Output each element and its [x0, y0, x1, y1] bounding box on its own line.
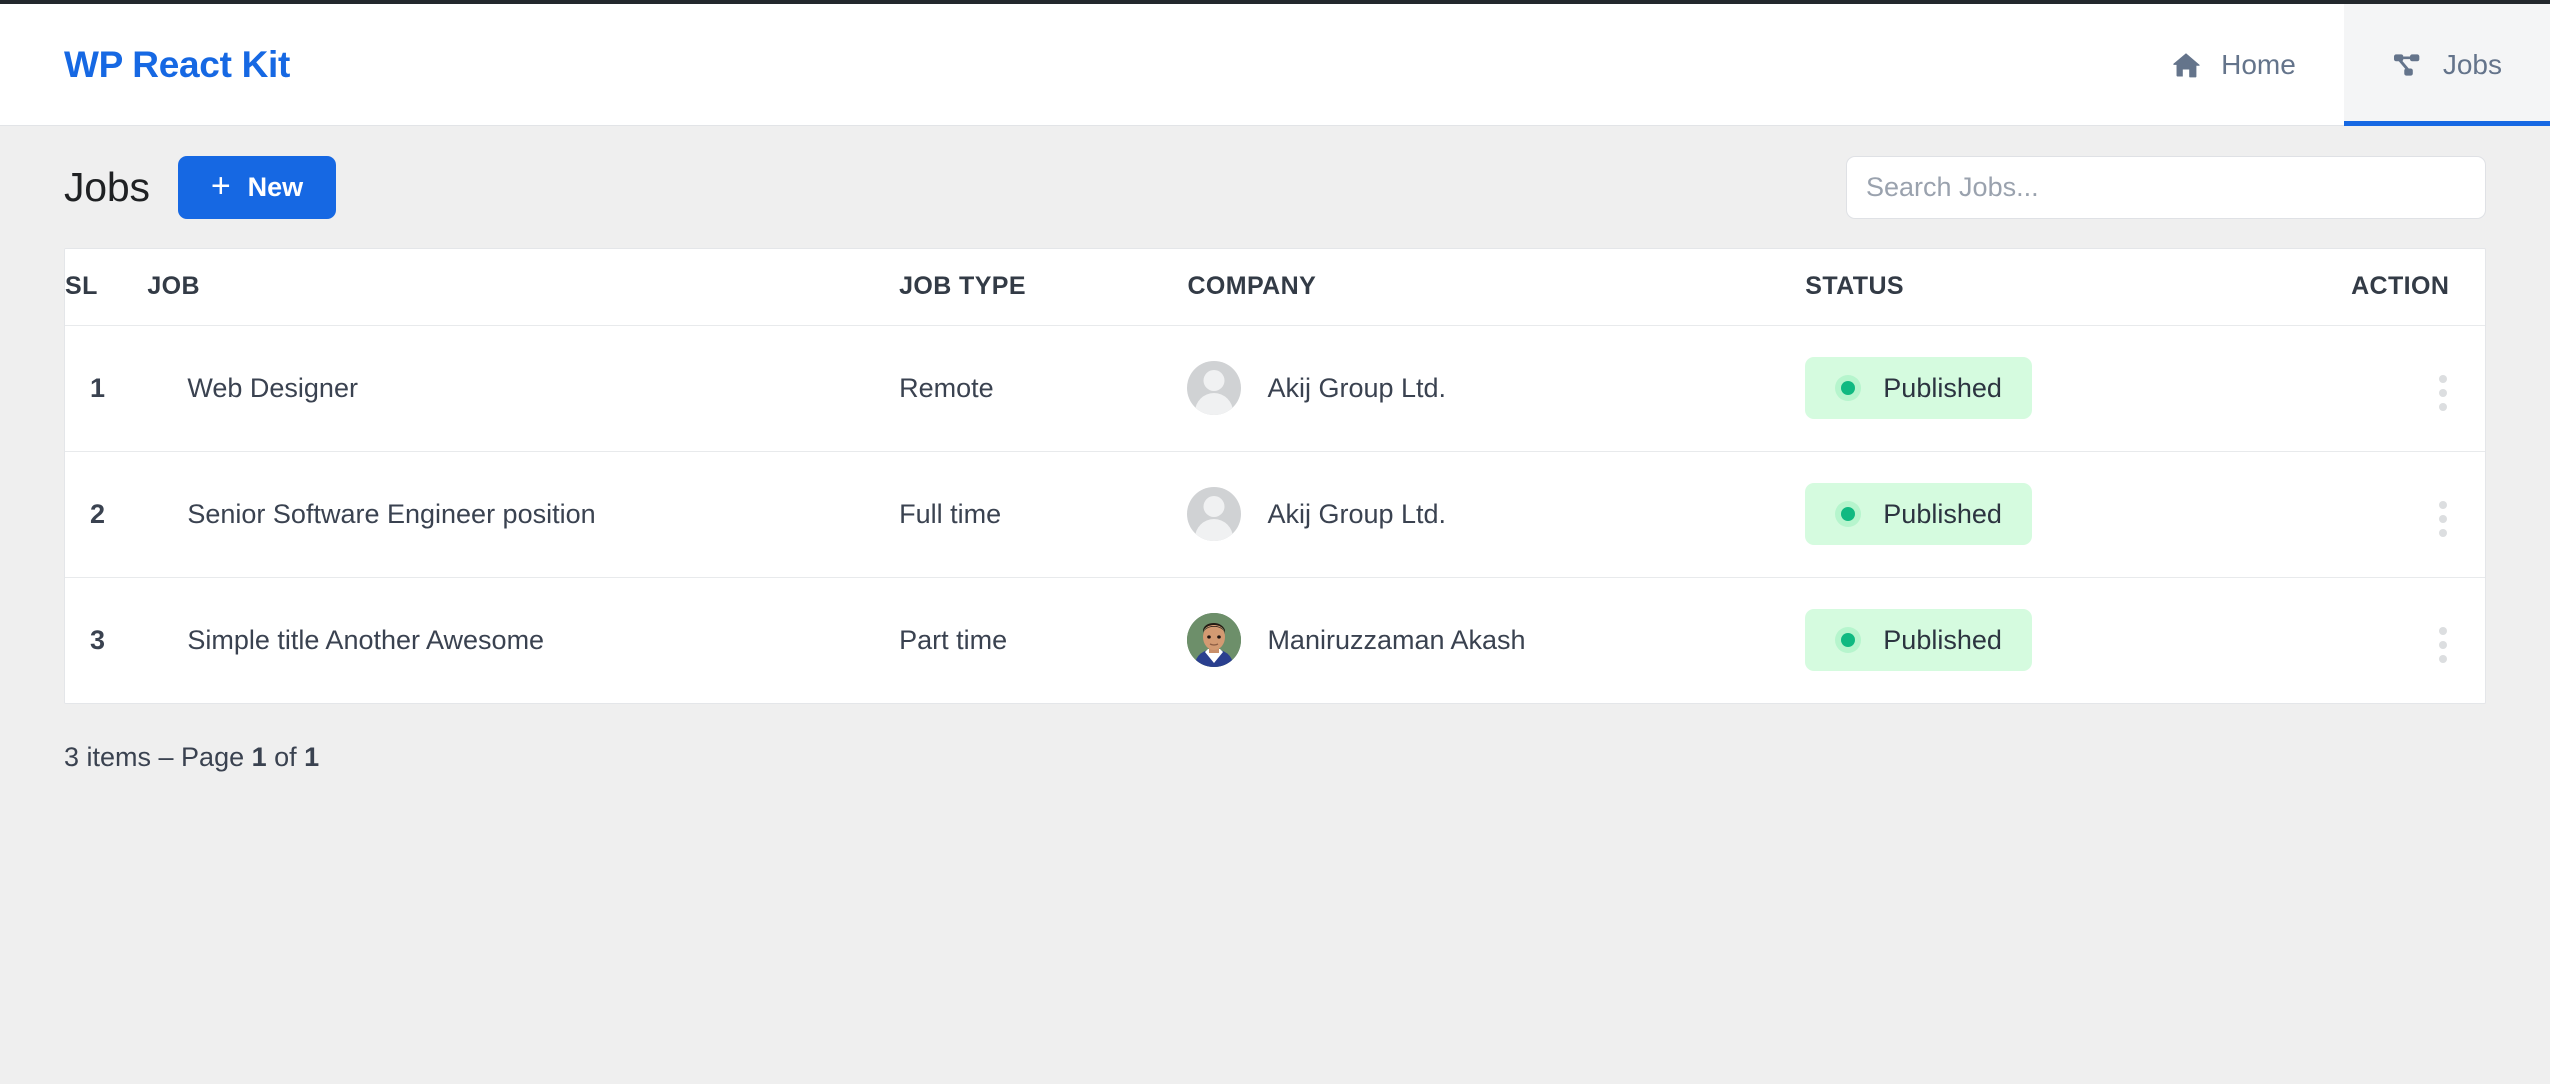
- jobs-table: SL JOB JOB TYPE COMPANY STATUS ACTION 1 …: [65, 249, 2485, 703]
- search-wrapper: [1846, 156, 2486, 219]
- cell-status: Published: [1805, 325, 2351, 451]
- pagination-of-text: of: [267, 742, 305, 772]
- cell-sl: 2: [65, 451, 147, 577]
- brand[interactable]: WP React Kit: [0, 4, 290, 125]
- company-name: Akij Group Ltd.: [1267, 375, 1446, 402]
- status-badge-label: Published: [1883, 373, 2002, 404]
- nav-item-home-label: Home: [2221, 51, 2296, 79]
- column-header-job: JOB: [147, 249, 899, 325]
- row-actions-menu-icon[interactable]: [2429, 621, 2457, 669]
- jobs-table-card: SL JOB JOB TYPE COMPANY STATUS ACTION 1 …: [64, 248, 2486, 704]
- page-content: Jobs + New SL JOB JOB TYPE COMPANY STATU…: [0, 126, 2550, 773]
- cell-status: Published: [1805, 451, 2351, 577]
- column-header-sl: SL: [65, 249, 147, 325]
- column-header-status: STATUS: [1805, 249, 2351, 325]
- cell-job-type: Full time: [899, 451, 1187, 577]
- cell-job-title: Web Designer: [147, 325, 899, 451]
- cell-sl: 3: [65, 577, 147, 703]
- status-badge: Published: [1805, 357, 2032, 419]
- company-name: Akij Group Ltd.: [1267, 501, 1446, 528]
- cell-company: Akij Group Ltd.: [1187, 325, 1805, 451]
- pagination-summary: 3 items – Page 1 of 1: [64, 704, 2486, 773]
- cell-sl: 1: [65, 325, 147, 451]
- status-dot-icon: [1835, 627, 1861, 653]
- column-header-company: COMPANY: [1187, 249, 1805, 325]
- cell-company: Akij Group Ltd.: [1187, 451, 1805, 577]
- toolbar-left-group: Jobs + New: [64, 156, 336, 219]
- sitemap-icon: [2392, 49, 2424, 81]
- page-toolbar: Jobs + New: [64, 126, 2486, 248]
- column-header-action: ACTION: [2351, 249, 2485, 325]
- status-dot-icon: [1835, 501, 1861, 527]
- table-row[interactable]: 1 Web Designer Remote Akij Group Ltd. Pu…: [65, 325, 2485, 451]
- row-actions-menu-icon[interactable]: [2429, 369, 2457, 417]
- status-dot-icon: [1835, 375, 1861, 401]
- table-header-row: SL JOB JOB TYPE COMPANY STATUS ACTION: [65, 249, 2485, 325]
- nav-item-jobs[interactable]: Jobs: [2344, 4, 2550, 125]
- new-job-button[interactable]: + New: [178, 156, 336, 219]
- status-badge-label: Published: [1883, 625, 2002, 656]
- app-header: WP React Kit Home Jobs: [0, 4, 2550, 126]
- plus-icon: +: [211, 169, 231, 203]
- main-nav: Home Jobs: [2122, 4, 2550, 125]
- avatar: [1187, 613, 1241, 667]
- pagination-total-pages: 1: [304, 742, 319, 772]
- pagination-items-prefix: 3 items – Page: [64, 742, 252, 772]
- table-row[interactable]: 3 Simple title Another Awesome Part time: [65, 577, 2485, 703]
- nav-item-jobs-label: Jobs: [2443, 51, 2502, 79]
- search-input[interactable]: [1846, 156, 2486, 219]
- status-badge: Published: [1805, 609, 2032, 671]
- cell-company: Maniruzzaman Akash: [1187, 577, 1805, 703]
- table-row[interactable]: 2 Senior Software Engineer position Full…: [65, 451, 2485, 577]
- row-actions-menu-icon[interactable]: [2429, 495, 2457, 543]
- jobs-table-head: SL JOB JOB TYPE COMPANY STATUS ACTION: [65, 249, 2485, 325]
- new-job-button-label: New: [248, 172, 304, 203]
- avatar: [1187, 361, 1241, 415]
- status-badge: Published: [1805, 483, 2032, 545]
- cell-job-title: Senior Software Engineer position: [147, 451, 899, 577]
- column-header-job-type: JOB TYPE: [899, 249, 1187, 325]
- cell-job-type: Part time: [899, 577, 1187, 703]
- cell-job-title: Simple title Another Awesome: [147, 577, 899, 703]
- cell-action: [2351, 577, 2485, 703]
- company-name: Maniruzzaman Akash: [1267, 627, 1525, 654]
- cell-job-type: Remote: [899, 325, 1187, 451]
- nav-item-home[interactable]: Home: [2122, 4, 2344, 125]
- jobs-table-body: 1 Web Designer Remote Akij Group Ltd. Pu…: [65, 325, 2485, 703]
- avatar: [1187, 487, 1241, 541]
- cell-status: Published: [1805, 577, 2351, 703]
- pagination-current-page: 1: [252, 742, 267, 772]
- home-icon: [2170, 49, 2202, 81]
- cell-action: [2351, 451, 2485, 577]
- status-badge-label: Published: [1883, 499, 2002, 530]
- cell-action: [2351, 325, 2485, 451]
- page-title: Jobs: [64, 164, 150, 211]
- brand-title: WP React Kit: [64, 44, 290, 86]
